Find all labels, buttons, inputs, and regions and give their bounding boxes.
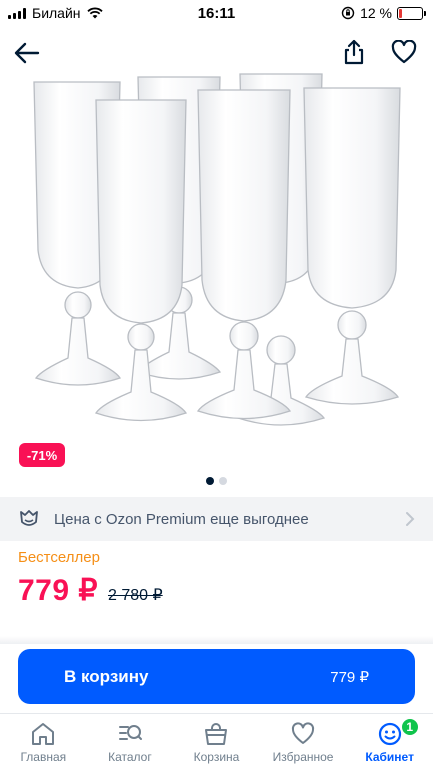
old-price: 2 780 ₽: [107, 587, 163, 604]
status-right: 12 %: [341, 5, 426, 21]
status-left: Билайн: [8, 5, 103, 21]
discount-badge: -71%: [19, 443, 65, 467]
wifi-icon: [86, 7, 103, 19]
back-button[interactable]: [9, 35, 45, 71]
current-price: 779 ₽: [18, 574, 98, 607]
chevron-right-icon: [406, 512, 415, 526]
carrier-name: Билайн: [32, 5, 81, 21]
share-icon: [344, 39, 364, 65]
nav-home[interactable]: Главная: [0, 714, 87, 770]
add-to-cart-price: 779 ₽: [330, 668, 369, 686]
nav-cart-label: Корзина: [193, 750, 240, 764]
product-image: [33, 73, 401, 426]
heart-outline-icon: [391, 40, 417, 64]
add-to-cart-button[interactable]: В корзину 779 ₽: [18, 649, 415, 704]
signal-icon: [8, 7, 26, 19]
nav-profile-label: Кабинет: [365, 750, 414, 764]
gallery-pagination: [0, 477, 433, 485]
nav-home-label: Главная: [20, 750, 67, 764]
share-button[interactable]: [336, 34, 372, 70]
profile-smile-icon: [378, 722, 401, 746]
product-gallery[interactable]: [0, 70, 433, 470]
premium-offer-text: Цена с Ozon Premium еще выгоднее: [54, 510, 309, 528]
basket-icon: [205, 723, 228, 745]
divider: [0, 636, 433, 644]
premium-offer-row[interactable]: Цена с Ozon Premium еще выгоднее: [0, 497, 433, 541]
nav-cart[interactable]: Корзина: [173, 714, 260, 770]
nav-catalog[interactable]: Каталог: [87, 714, 174, 770]
battery-percent: 12 %: [360, 5, 392, 21]
home-icon: [32, 723, 55, 745]
nav-favorites-label: Избранное: [272, 750, 334, 764]
status-bar: Билайн 16:11 12 %: [0, 0, 433, 26]
gallery-dot[interactable]: [219, 477, 227, 485]
nav-profile[interactable]: Кабинет 1: [346, 714, 433, 770]
arrow-left-icon: [14, 42, 40, 64]
add-to-cart-label: В корзину: [64, 666, 149, 686]
nav-favorites[interactable]: Избранное: [260, 714, 347, 770]
ozon-premium-icon: [20, 510, 38, 526]
heart-icon: [292, 722, 315, 744]
bestseller-label: Бестселлер: [18, 549, 100, 566]
bottom-navigation: Главная Каталог Корзина Избранное Кабине…: [0, 713, 433, 770]
nav-catalog-label: Каталог: [108, 750, 152, 764]
notification-badge: 1: [399, 717, 420, 737]
orientation-lock-icon: [341, 6, 355, 20]
catalog-search-icon: [118, 725, 142, 740]
price-row: 779 ₽ 2 780 ₽: [18, 573, 163, 608]
battery-icon: [397, 6, 426, 20]
favorite-button[interactable]: [386, 34, 422, 70]
gallery-dot[interactable]: [206, 477, 214, 485]
